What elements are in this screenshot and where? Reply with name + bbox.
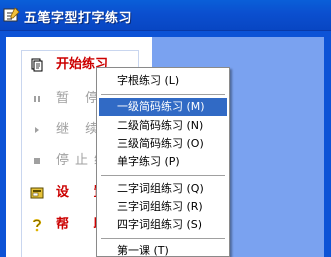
- settings-icon: [30, 187, 44, 199]
- popup-item-two-char-words[interactable]: 二字词组练习 (Q): [99, 180, 227, 198]
- popup-separator: [101, 175, 225, 177]
- popup-item-four-char-words[interactable]: 四字词组练习 (S): [99, 216, 227, 234]
- popup-item-three-char-words[interactable]: 三字词组练习 (R): [99, 198, 227, 216]
- window-title: 五笔字型打字练习: [24, 11, 133, 26]
- stop-icon: [34, 158, 40, 164]
- popup-item-level1-shortcode[interactable]: 一级简码练习 (M): [99, 98, 227, 116]
- play-icon: [35, 127, 39, 133]
- popup-item-level2-shortcode[interactable]: 二级简码练习 (N): [99, 117, 227, 135]
- popup-item-single-char[interactable]: 单字练习 (P): [99, 153, 227, 171]
- document-icon: [31, 58, 43, 72]
- popup-item-lesson-one[interactable]: 第一课 (T): [99, 242, 227, 257]
- popup-item-level3-shortcode[interactable]: 三级简码练习 (O): [99, 135, 227, 153]
- title-bar: 五笔字型打字练习: [0, 0, 331, 31]
- help-icon: [32, 219, 42, 232]
- popup-item-radical-practice[interactable]: 字根练习 (L): [99, 72, 227, 90]
- popup-separator: [101, 94, 225, 96]
- pause-icon: [34, 96, 40, 102]
- practice-popup-menu: 字根练习 (L) 一级简码练习 (M) 二级简码练习 (N) 三级简码练习 (O…: [96, 67, 230, 257]
- popup-separator: [101, 238, 225, 240]
- app-icon: [3, 7, 20, 22]
